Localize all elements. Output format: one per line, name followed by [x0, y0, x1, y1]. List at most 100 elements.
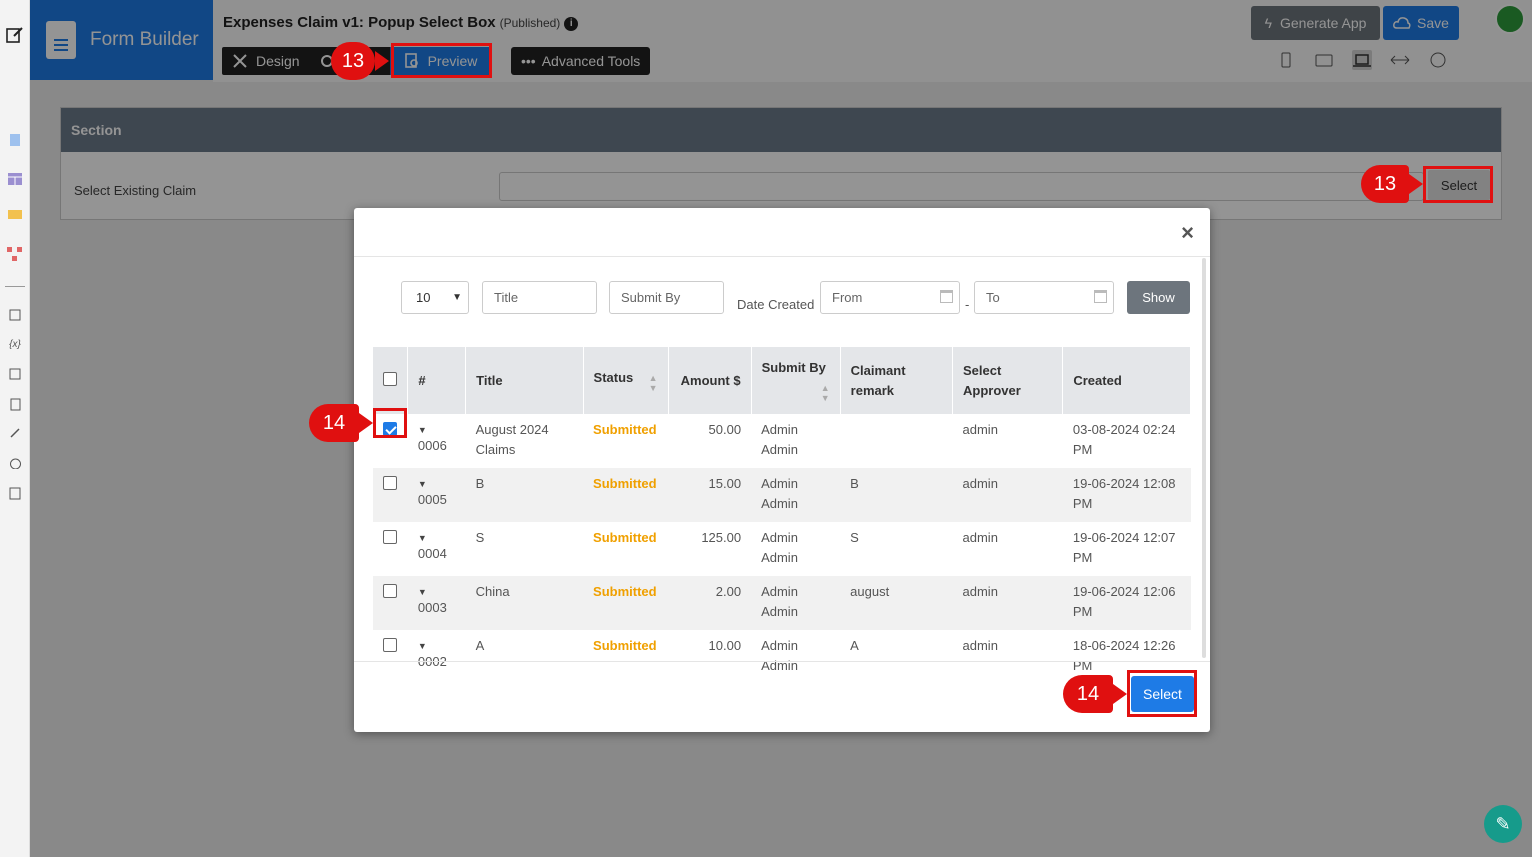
row-id-cell: ▼ 0003 [407, 576, 466, 630]
col-remark[interactable]: Claimant remark [840, 347, 954, 414]
date-to-input[interactable]: To [974, 281, 1114, 314]
row-created: 19-06-2024 12:06 PM [1062, 576, 1191, 630]
col-amount[interactable]: Amount $ [668, 347, 752, 414]
modal-footer-divider [354, 661, 1210, 662]
step-13-badge: 13 [331, 42, 389, 80]
file-icon[interactable] [6, 395, 24, 413]
row-title: China [465, 576, 584, 630]
save-button[interactable]: Save [1383, 6, 1459, 40]
laptop-icon[interactable] [1352, 50, 1372, 70]
expand-caret-icon[interactable]: ▼ [418, 640, 456, 652]
device-switcher [1276, 50, 1448, 70]
row-id-cell: ▼ 0002 [407, 630, 466, 684]
mobile-icon[interactable] [1276, 50, 1296, 70]
row-submit-by: Admin Admin [751, 630, 841, 684]
table-row[interactable]: ▼ 0006 August 2024 Claims Submitted 50.00 Adm… [373, 414, 1191, 468]
variable-icon[interactable]: {x} [6, 335, 24, 353]
brand-block: Form Builder [30, 0, 213, 80]
gauge-icon[interactable] [6, 454, 24, 472]
date-from-input[interactable]: From [820, 281, 960, 314]
chevron-down-icon: ▼ [452, 292, 462, 303]
row-submit-by: Admin Admin [751, 576, 841, 630]
submit-by-filter-input[interactable]: Submit By [609, 281, 724, 314]
save-label: Save [1417, 15, 1449, 31]
section-select-highlight [1423, 166, 1493, 203]
expand-caret-icon[interactable]: ▼ [418, 424, 456, 436]
info-icon[interactable]: i [564, 17, 579, 31]
row-amount: 15.00 [668, 468, 752, 522]
select-all-checkbox[interactable] [383, 371, 397, 386]
row-remark: A [840, 630, 953, 684]
row-id: 0005 [417, 492, 447, 507]
title-filter-input[interactable]: Title [482, 281, 597, 314]
date-created-label: Date Created [737, 297, 815, 312]
col-id[interactable]: # [407, 347, 467, 414]
page-size-value: 10 [416, 290, 431, 305]
tablet-icon[interactable] [1314, 50, 1334, 70]
select-claim-field[interactable] [499, 172, 1424, 201]
edit-icon[interactable] [6, 26, 24, 44]
translate-icon[interactable] [6, 365, 24, 383]
date-range-separator: - [965, 297, 970, 312]
row-title: S [465, 522, 584, 576]
workflow-icon[interactable] [6, 245, 24, 263]
table-icon[interactable] [6, 170, 24, 188]
row-id-cell: ▼ 0006 [407, 414, 466, 468]
row-checkbox[interactable] [383, 638, 397, 652]
row-title: B [465, 468, 584, 522]
brand-title: Form Builder [90, 29, 199, 50]
fullwidth-icon[interactable] [1390, 50, 1410, 70]
row-checkbox-highlight [373, 408, 407, 438]
preview-highlight [391, 43, 492, 78]
row-approver: admin [952, 576, 1063, 630]
monitor-icon[interactable] [6, 207, 24, 225]
modal-select-highlight [1127, 670, 1197, 717]
col-submit-by[interactable]: Submit By ▲ ▼ [751, 347, 841, 414]
col-status[interactable]: Status ▲ ▼ [583, 347, 669, 414]
page-size-select[interactable]: 10 ▼ [401, 281, 469, 314]
row-remark: S [840, 522, 953, 576]
col-title[interactable]: Title [465, 347, 584, 414]
page-icon[interactable] [6, 131, 24, 149]
modal-scrollbar[interactable] [1202, 258, 1206, 658]
expand-caret-icon[interactable]: ▼ [418, 586, 456, 598]
status-badge: Submitted [583, 522, 669, 576]
tab-design-label: Design [256, 53, 300, 69]
sort-icon: ▲ ▼ [648, 373, 658, 393]
row-id: 0002 [417, 654, 447, 669]
col-created[interactable]: Created [1062, 347, 1191, 414]
row-id-cell: ▼ 0004 [407, 522, 466, 576]
select-claim-modal: × 10 ▼ Title Submit By Date Created From… [354, 208, 1210, 732]
col-status-label: Status [593, 370, 634, 385]
row-created: 19-06-2024 12:07 PM [1062, 522, 1191, 576]
table-row[interactable]: ▼ 0002 A Submitted 10.00 Admin Admin Aadmin 18-… [373, 630, 1191, 684]
calendar-icon [940, 290, 953, 303]
col-approver[interactable]: Select Approver [952, 347, 1064, 414]
expand-caret-icon[interactable]: ▼ [418, 478, 456, 490]
palette-icon[interactable] [1428, 50, 1448, 70]
table-row[interactable]: ▼ 0005 B Submitted 15.00 Admin Admin Badmin 19-… [373, 468, 1191, 522]
table-row[interactable]: ▼ 0004 S Submitted 125.00 Admin Admin Sadmin 19… [373, 522, 1191, 576]
expand-caret-icon[interactable]: ▼ [418, 532, 456, 544]
tab-design[interactable]: Design [222, 47, 310, 75]
close-icon[interactable]: × [1181, 220, 1194, 246]
avatar[interactable] [1495, 4, 1525, 34]
col-submit-by-label: Submit By [761, 360, 826, 375]
table-row[interactable]: ▼ 0003 China Submitted 2.00 Admin Admin august… [373, 576, 1191, 630]
pencil-icon[interactable]: ✎ [1484, 805, 1522, 843]
plugin-icon[interactable] [6, 424, 24, 442]
step-13-badge: 13 [1361, 165, 1423, 203]
row-checkbox[interactable] [383, 530, 397, 544]
section-title: Section [61, 108, 1501, 152]
note-icon[interactable] [6, 306, 24, 324]
advanced-tools-button[interactable]: ••• Advanced Tools [511, 47, 651, 75]
publish-state: (Published) [499, 16, 561, 30]
row-checkbox[interactable] [383, 584, 397, 598]
row-select-cell [373, 468, 408, 522]
select-all-cell [373, 347, 409, 414]
form-title-text: Expenses Claim v1: Popup Select Box [223, 14, 496, 31]
generate-app-button[interactable]: ϟ Generate App [1251, 6, 1380, 40]
row-checkbox[interactable] [383, 476, 397, 490]
script-icon[interactable] [6, 484, 24, 502]
show-button[interactable]: Show [1127, 281, 1190, 314]
